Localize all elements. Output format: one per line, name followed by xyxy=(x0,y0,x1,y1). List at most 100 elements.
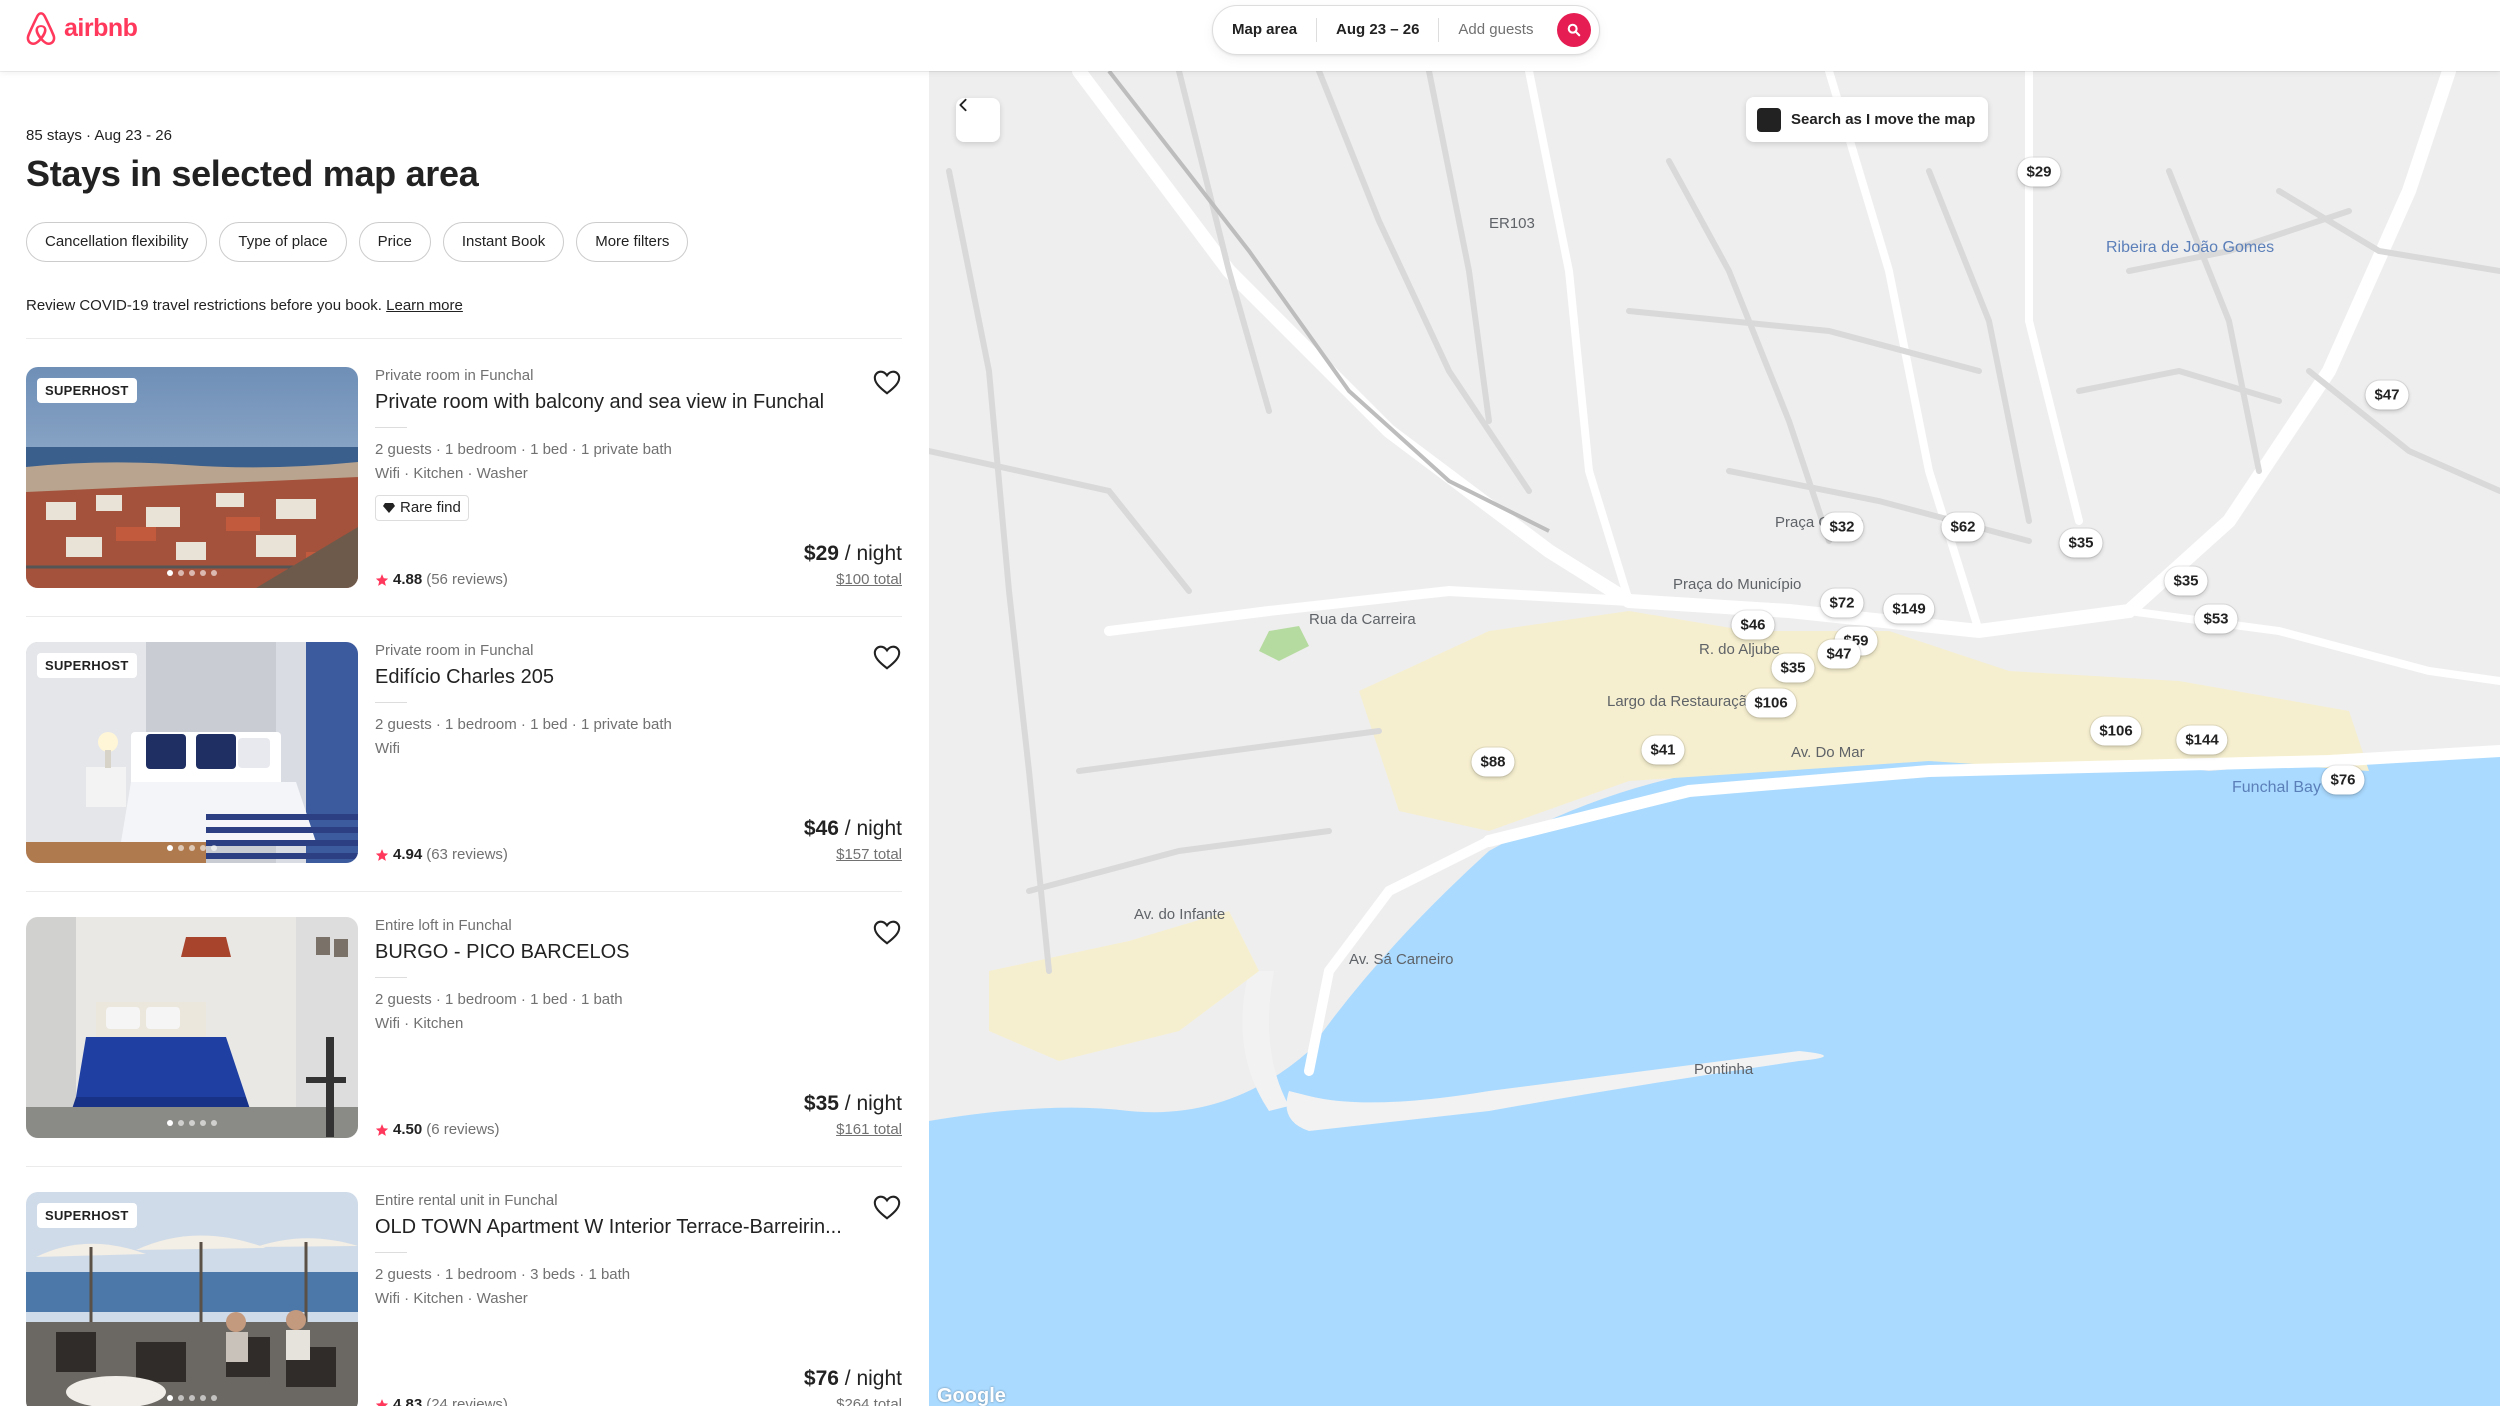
total-price[interactable]: $157 total xyxy=(836,846,902,863)
photo-carousel-dots[interactable] xyxy=(26,845,358,851)
covid-notice: Review COVID-19 travel restrictions befo… xyxy=(26,297,463,314)
price-unit: / night xyxy=(844,542,902,565)
price-pin[interactable]: $88 xyxy=(1471,747,1515,777)
divider xyxy=(375,427,407,428)
location-field[interactable]: Map area xyxy=(1213,17,1316,43)
nightly-price: $29 / night xyxy=(804,542,902,566)
price-pin[interactable]: $35 xyxy=(1771,653,1815,683)
price-pin[interactable]: $47 xyxy=(2365,380,2409,410)
map-label: ER103 xyxy=(1489,215,1535,232)
learn-more-link[interactable]: Learn more xyxy=(386,297,463,314)
guests-field[interactable]: Add guests xyxy=(1439,17,1552,43)
listing-type: Entire rental unit in Funchal xyxy=(375,1192,558,1209)
price-amount: $76 xyxy=(803,1367,839,1390)
checkbox-checked[interactable] xyxy=(1747,99,1781,132)
filter-bar: Cancellation flexibility Type of place P… xyxy=(26,222,689,262)
search-icon xyxy=(1567,23,1581,37)
search-as-move-label: Search as I move the map xyxy=(1791,111,1976,128)
price-pin[interactable]: $35 xyxy=(2164,566,2208,596)
listing-photo[interactable]: SUPERHOST xyxy=(26,1192,358,1406)
results-meta: 85 stays · Aug 23 - 26 xyxy=(26,127,172,144)
map-label: Av. Do Mar xyxy=(1791,744,1865,761)
price-pin[interactable]: $29 xyxy=(2017,157,2061,187)
review-count: (63 reviews) xyxy=(426,846,508,863)
price-pin[interactable]: $53 xyxy=(2194,604,2238,634)
filter-instant-book[interactable]: Instant Book xyxy=(442,222,565,262)
google-attribution: Google xyxy=(937,1385,1006,1406)
total-price[interactable]: $100 total xyxy=(836,571,902,588)
heart-icon[interactable] xyxy=(872,1192,902,1222)
price-pin[interactable]: $149 xyxy=(1883,594,1935,624)
results-panel: 85 stays · Aug 23 - 26 Stays in selected… xyxy=(0,71,929,1406)
page-title: Stays in selected map area xyxy=(26,153,479,194)
filter-price[interactable]: Price xyxy=(358,222,431,262)
price-pin[interactable]: $32 xyxy=(1820,512,1864,542)
price-pin[interactable]: $144 xyxy=(2176,725,2228,755)
price-pin[interactable]: $47 xyxy=(1817,639,1861,669)
listing-card[interactable]: SUPERHOST Entire rental unit in Funchal … xyxy=(26,1192,902,1406)
search-button[interactable] xyxy=(1557,13,1591,47)
listing-card[interactable]: Entire loft in Funchal BURGO - PICO BARC… xyxy=(26,917,902,1138)
listing-title[interactable]: Private room with balcony and sea view i… xyxy=(375,391,824,414)
airbnb-logo[interactable]: airbnb xyxy=(24,8,138,48)
listing-rating: 4.88 (56 reviews) xyxy=(375,571,508,588)
price-pin[interactable]: $35 xyxy=(2059,528,2103,558)
total-price[interactable]: $161 total xyxy=(836,1121,902,1138)
divider xyxy=(375,1252,407,1253)
diamond-icon xyxy=(383,503,395,513)
listing-type: Entire loft in Funchal xyxy=(375,917,512,934)
listing-amenities: Wifi · Kitchen · Washer xyxy=(375,1290,528,1307)
price-pin[interactable]: $76 xyxy=(2321,765,2365,795)
heart-icon[interactable] xyxy=(872,642,902,672)
listing-title[interactable]: BURGO - PICO BARCELOS xyxy=(375,941,630,964)
heart-icon[interactable] xyxy=(872,367,902,397)
filter-type-of-place[interactable]: Type of place xyxy=(219,222,347,262)
filter-more[interactable]: More filters xyxy=(576,222,689,262)
price-pin[interactable]: $46 xyxy=(1731,610,1775,640)
photo-carousel-dots[interactable] xyxy=(26,1120,358,1126)
price-pin[interactable]: $41 xyxy=(1641,735,1685,765)
price-pin[interactable]: $106 xyxy=(1745,688,1797,718)
price-unit: / night xyxy=(844,1092,902,1115)
listing-title[interactable]: OLD TOWN Apartment W Interior Terrace-Ba… xyxy=(375,1216,842,1239)
price-pin[interactable]: $62 xyxy=(1941,512,1985,542)
price-amount: $29 xyxy=(803,542,839,565)
listing-type: Private room in Funchal xyxy=(375,642,534,659)
listing-photo[interactable]: SUPERHOST xyxy=(26,367,358,588)
map-canvas xyxy=(929,71,2500,1406)
map-label: Praça do Município xyxy=(1673,576,1802,593)
airbnb-belo-icon xyxy=(26,12,56,45)
top-header: airbnb Map area Aug 23 – 26 Add guests xyxy=(0,0,2500,71)
listing-card[interactable]: SUPERHOST Private room in Funchal Privat… xyxy=(26,367,902,588)
search-as-move-toggle[interactable]: Search as I move the map xyxy=(1746,97,1989,142)
total-price[interactable]: $264 total xyxy=(836,1396,902,1406)
listing-details: 2 guests · 1 bedroom · 1 bed · 1 private… xyxy=(375,441,672,458)
chevron-left-icon xyxy=(959,98,967,112)
listing-amenities: Wifi xyxy=(375,740,400,757)
price-pin[interactable]: $106 xyxy=(2090,716,2142,746)
filter-cancellation[interactable]: Cancellation flexibility xyxy=(26,222,208,262)
heart-icon[interactable] xyxy=(872,917,902,947)
photo-carousel-dots[interactable] xyxy=(26,570,358,576)
listing-photo-image xyxy=(26,917,358,1138)
nightly-price: $46 / night xyxy=(804,817,902,841)
collapse-map-button[interactable] xyxy=(956,98,1000,142)
map-label: Funchal Bay xyxy=(2232,779,2321,796)
star-icon xyxy=(375,848,389,861)
superhost-badge: SUPERHOST xyxy=(37,378,137,403)
listing-type: Private room in Funchal xyxy=(375,367,534,384)
divider xyxy=(26,616,902,617)
price-pin[interactable]: $72 xyxy=(1820,588,1864,618)
listing-amenities: Wifi · Kitchen xyxy=(375,1015,464,1032)
listing-title[interactable]: Edifício Charles 205 xyxy=(375,666,554,689)
map-view[interactable]: Search as I move the map Ribeira de João… xyxy=(929,71,2500,1406)
search-bar[interactable]: Map area Aug 23 – 26 Add guests xyxy=(1212,5,1600,55)
brand-name: airbnb xyxy=(64,13,138,42)
listing-card[interactable]: SUPERHOST Private room in Funchal Edifíc… xyxy=(26,642,902,863)
dates-field[interactable]: Aug 23 – 26 xyxy=(1317,17,1438,43)
listing-photo[interactable]: SUPERHOST xyxy=(26,642,358,863)
photo-carousel-dots[interactable] xyxy=(26,1395,358,1401)
map-label: Pontinha xyxy=(1694,1061,1754,1078)
listing-photo[interactable] xyxy=(26,917,358,1138)
tag-label: Rare find xyxy=(400,499,461,516)
